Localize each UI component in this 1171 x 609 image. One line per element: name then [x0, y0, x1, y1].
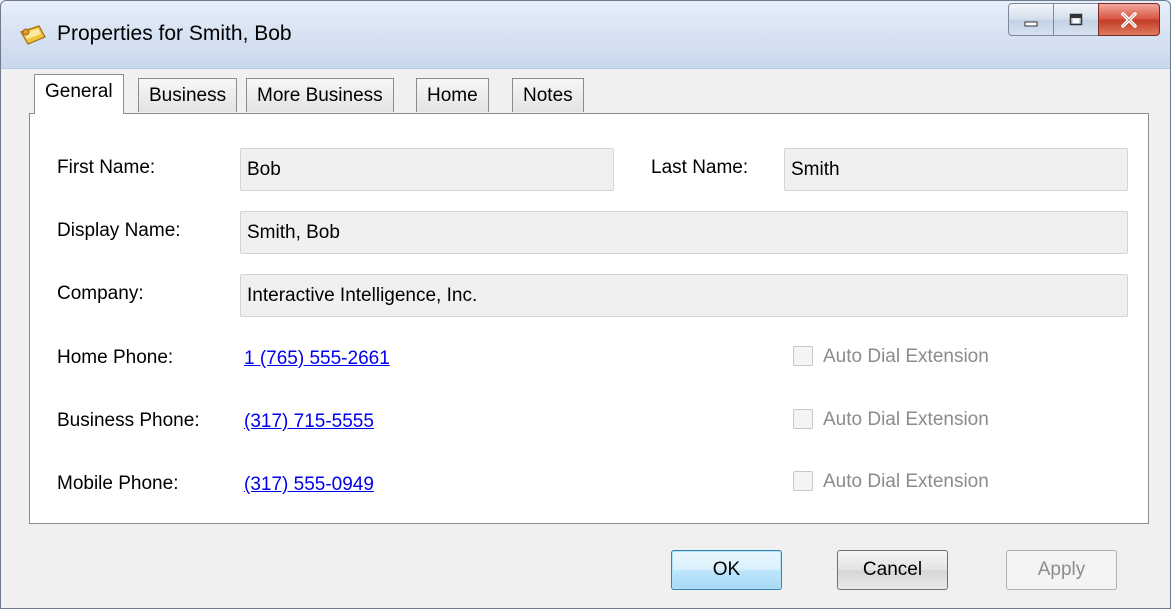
- tab-business[interactable]: Business: [138, 78, 238, 112]
- window-title: Properties for Smith, Bob: [57, 22, 292, 45]
- business-phone-link[interactable]: (317) 715-5555: [244, 411, 374, 433]
- display-name-label: Display Name:: [57, 220, 181, 241]
- business-auto-dial-checkbox[interactable]: [793, 409, 813, 429]
- mobile-phone-link[interactable]: (317) 555-0949: [244, 474, 374, 496]
- tab-notes[interactable]: Notes: [512, 78, 584, 112]
- close-button[interactable]: [1098, 3, 1160, 36]
- minimize-icon: [1009, 4, 1053, 35]
- last-name-label: Last Name:: [651, 157, 749, 178]
- first-name-field[interactable]: Bob: [240, 148, 614, 191]
- mobile-auto-dial-label: Auto Dial Extension: [823, 471, 989, 492]
- last-name-field[interactable]: Smith: [784, 148, 1128, 191]
- business-phone-label: Business Phone:: [57, 410, 200, 431]
- maximize-icon: [1054, 4, 1098, 35]
- home-auto-dial-checkbox[interactable]: [793, 346, 813, 366]
- minimize-button[interactable]: [1008, 3, 1054, 36]
- tab-home[interactable]: Home: [416, 78, 489, 112]
- first-name-label: First Name:: [57, 157, 156, 178]
- home-phone-link[interactable]: 1 (765) 555-2661: [244, 348, 390, 370]
- contact-card-icon: [19, 23, 47, 47]
- company-label: Company:: [57, 283, 144, 304]
- tab-label: More Business: [257, 85, 383, 106]
- general-tab-panel: First Name: Bob Last Name: Smith Display…: [29, 113, 1149, 524]
- mobile-auto-dial-checkbox[interactable]: [793, 471, 813, 491]
- title-bar[interactable]: Properties for Smith, Bob: [1, 1, 1170, 69]
- home-phone-label: Home Phone:: [57, 347, 174, 368]
- mobile-phone-label: Mobile Phone:: [57, 473, 179, 494]
- caption-buttons: [1008, 3, 1160, 37]
- company-field[interactable]: Interactive Intelligence, Inc.: [240, 274, 1128, 317]
- tab-label: Notes: [523, 85, 573, 106]
- apply-button[interactable]: Apply: [1006, 550, 1117, 590]
- business-auto-dial-label: Auto Dial Extension: [823, 409, 989, 430]
- home-auto-dial-label: Auto Dial Extension: [823, 346, 989, 367]
- display-name-field[interactable]: Smith, Bob: [240, 211, 1128, 254]
- company-value: Interactive Intelligence, Inc.: [247, 285, 478, 306]
- last-name-value: Smith: [791, 159, 840, 180]
- tab-label: General: [45, 81, 113, 102]
- close-icon: [1099, 4, 1159, 35]
- ok-button[interactable]: OK: [671, 550, 782, 590]
- display-name-value: Smith, Bob: [247, 222, 340, 243]
- cancel-button[interactable]: Cancel: [837, 550, 948, 590]
- tab-general[interactable]: General: [34, 74, 124, 114]
- tab-more-business[interactable]: More Business: [246, 78, 394, 112]
- first-name-value: Bob: [247, 159, 281, 180]
- tab-label: Business: [149, 85, 227, 106]
- maximize-button[interactable]: [1053, 3, 1099, 36]
- properties-dialog: Properties for Smith, Bob General Busine…: [0, 0, 1171, 609]
- tab-label: Home: [427, 85, 478, 106]
